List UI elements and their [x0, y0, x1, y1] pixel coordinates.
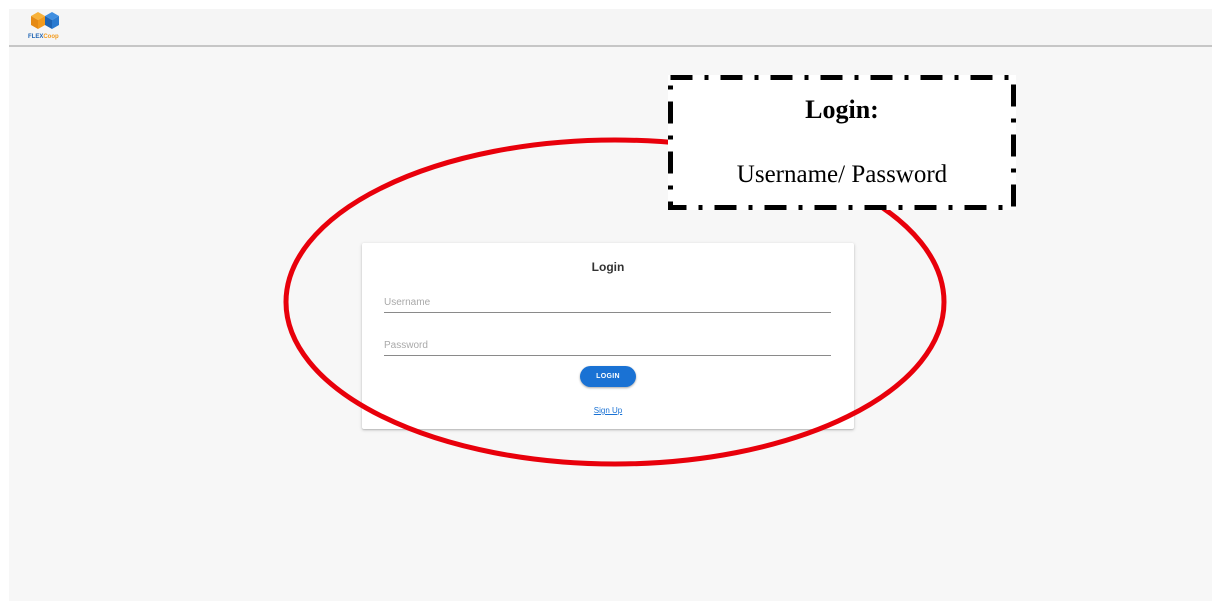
logo-text-flex: FLEX	[28, 34, 44, 40]
password-input[interactable]	[384, 332, 831, 356]
logo-text-coop: Coop	[43, 34, 59, 40]
callout-body: Username/ Password	[736, 161, 948, 188]
cube-logo-icon	[31, 12, 59, 29]
login-card: Login LOGIN Sign Up	[362, 243, 854, 429]
callout-title: Login:	[805, 95, 879, 124]
app-frame: FLEXCoop Login LOGIN Sign Up	[9, 9, 1212, 601]
username-input[interactable]	[384, 289, 831, 313]
top-app-bar: FLEXCoop	[9, 9, 1212, 47]
sign-up-link[interactable]: Sign Up	[362, 406, 854, 415]
flexcoop-logo[interactable]: FLEXCoop	[27, 9, 67, 45]
annotation-callout: Login: Username/ Password	[668, 75, 1016, 210]
login-button[interactable]: LOGIN	[580, 366, 636, 387]
login-card-title: Login	[591, 260, 625, 274]
logo-text: FLEXCoop	[28, 34, 59, 40]
